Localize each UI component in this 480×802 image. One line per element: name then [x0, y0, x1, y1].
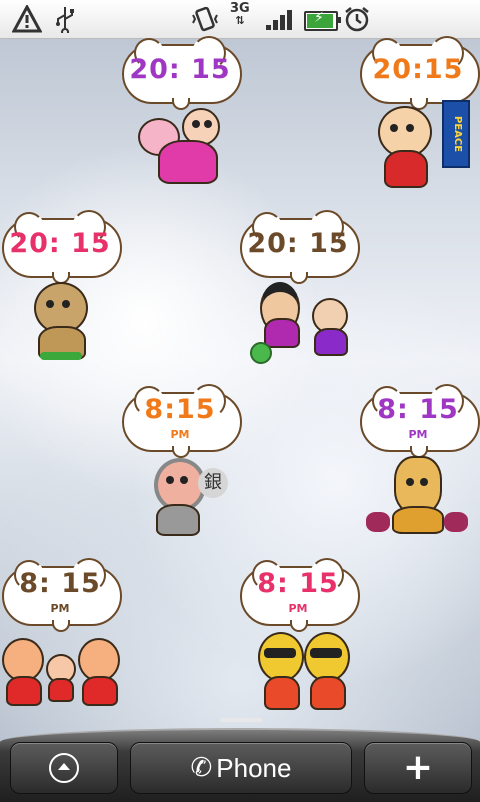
clock-ampm: PM [288, 602, 308, 615]
clock-ampm: PM [50, 602, 70, 615]
cartoon-peace-boy: PEACE [372, 100, 472, 190]
usb-icon [52, 4, 78, 34]
network-type-3g: 3G ⇅ [230, 1, 250, 27]
kanji-badge: 銀 [198, 468, 228, 498]
dock-handle[interactable] [220, 718, 262, 722]
clock-time: 8: 15 [19, 568, 101, 599]
arrow-up-circle-icon [49, 753, 79, 783]
status-bar: 3G ⇅ ⚡ [0, 0, 480, 39]
alarm-clock-icon [342, 4, 372, 34]
clock-time: 8: 15 [377, 394, 459, 425]
cartoon-walking-pair [250, 278, 360, 364]
phone-label: Phone [216, 752, 292, 783]
phone-handset-icon: ✆ [190, 753, 213, 783]
cartoon-bear [30, 278, 100, 364]
phone-button[interactable]: ✆ Phone [130, 742, 352, 794]
cartoon-hugging-couple [128, 104, 238, 188]
clock-time: 8:15 [144, 394, 216, 425]
peace-banner: PEACE [442, 100, 470, 168]
clock-time: 20: 15 [247, 228, 349, 259]
clock-time: 20:15 [372, 54, 464, 85]
clock-ampm: PM [408, 428, 428, 441]
cartoon-family [0, 632, 120, 712]
clock-time: 8: 15 [257, 568, 339, 599]
warning-triangle-icon [10, 4, 44, 34]
signal-bars-icon [266, 10, 296, 30]
cartoon-sunglasses-duo [256, 628, 352, 714]
cartoon-golden-monk [366, 454, 474, 540]
clock-ampm: PM [170, 428, 190, 441]
clock-time: 20: 15 [129, 54, 231, 85]
add-button[interactable]: + [364, 742, 472, 794]
cartoon-grandma [150, 454, 240, 538]
clock-time: 20: 15 [9, 228, 111, 259]
launcher-button[interactable] [10, 742, 118, 794]
plus-icon: + [402, 747, 434, 788]
vibrate-icon [190, 4, 220, 34]
battery-charging-icon: ⚡ [304, 10, 341, 31]
